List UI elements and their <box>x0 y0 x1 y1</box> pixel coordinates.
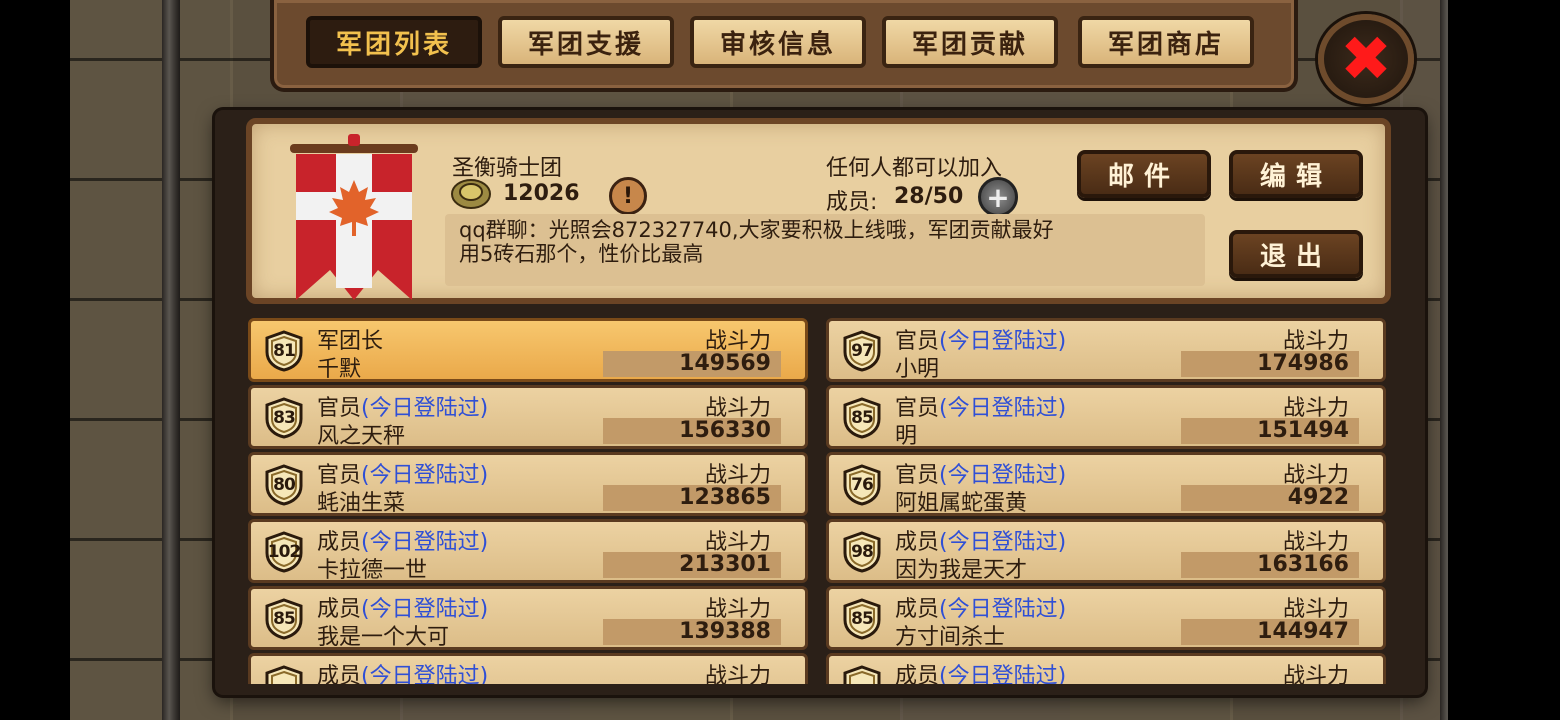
guild-notice-board: qq群聊：光照会872327740,大家要积极上线哦，军团贡献最好 用5砖石那个… <box>445 214 1205 286</box>
level-shield-icon: 98 <box>841 531 883 573</box>
level-shield-icon: 76 <box>841 464 883 506</box>
member-level <box>263 665 305 684</box>
member-power: 149569 <box>603 351 781 377</box>
join-policy: 任何人都可以加入 <box>826 156 1003 181</box>
member-name: 蚝油生菜 <box>317 491 406 516</box>
tab-bar: 军团列表 军团支援 审核信息 军团贡献 军团商店 <box>270 0 1298 92</box>
close-x-icon: ✖ <box>1340 22 1392 95</box>
level-shield-icon: 83 <box>263 397 305 439</box>
member-level <box>841 665 883 684</box>
member-level: 81 <box>273 341 296 361</box>
level-shield-icon: 81 <box>263 330 305 372</box>
member-row[interactable]: 83 官员(今日登陆过) 风之天秤 战斗力 156330 <box>248 385 808 449</box>
member-level: 98 <box>851 542 874 562</box>
power-label: 战斗力 <box>704 664 771 684</box>
level-shield-icon <box>841 665 883 684</box>
member-name: 阿姐属蛇蛋黄 <box>895 491 1028 516</box>
member-name: 明 <box>895 424 918 449</box>
member-row[interactable]: 85 成员(今日登陆过) 方寸间杀士 战斗力 144947 <box>826 586 1386 650</box>
member-name: 小明 <box>895 357 940 382</box>
level-shield-icon: 102 <box>263 531 305 573</box>
member-power: 174986 <box>1181 351 1359 377</box>
member-row[interactable]: 85 成员(今日登陆过) 我是一个大可 战斗力 139388 <box>248 586 808 650</box>
tab-guild-contribution[interactable]: 军团贡献 <box>882 16 1058 68</box>
member-row[interactable]: 76 官员(今日登陆过) 阿姐属蛇蛋黄 战斗力 4922 <box>826 452 1386 516</box>
member-power: 4922 <box>1181 485 1359 511</box>
left-stone-pillar <box>162 0 180 720</box>
member-power: 163166 <box>1181 552 1359 578</box>
member-name: 我是一个大可 <box>317 625 450 650</box>
member-name: 因为我是天才 <box>895 558 1028 583</box>
member-login-status: (今日登陆过) <box>939 664 1067 684</box>
guild-banner-icon <box>290 134 418 300</box>
member-login-status: (今日登陆过) <box>939 396 1067 421</box>
member-name: 风之天秤 <box>317 424 406 449</box>
member-row[interactable]: 80 官员(今日登陆过) 蚝油生菜 战斗力 123865 <box>248 452 808 516</box>
member-power: 139388 <box>603 619 781 645</box>
member-name: 千默 <box>317 357 362 382</box>
close-button[interactable]: ✖ <box>1318 14 1414 104</box>
leave-guild-button[interactable]: 退出 <box>1229 230 1363 278</box>
member-level: 102 <box>267 542 302 562</box>
member-level: 80 <box>273 475 296 495</box>
level-shield-icon: 80 <box>263 464 305 506</box>
member-row[interactable]: 81 军团长 千默 战斗力 149569 <box>248 318 808 382</box>
tab-guild-list[interactable]: 军团列表 <box>306 16 482 68</box>
mail-button[interactable]: 邮件 <box>1077 150 1211 198</box>
member-rank: 官员(今日登陆过) <box>895 390 1066 422</box>
member-row[interactable]: 102 成员(今日登陆过) 卡拉德一世 战斗力 213301 <box>248 519 808 583</box>
member-row[interactable]: 98 成员(今日登陆过) 因为我是天才 战斗力 163166 <box>826 519 1386 583</box>
member-login-status: (今日登陆过) <box>361 664 489 684</box>
member-list: 81 军团长 千默 战斗力 149569 97 官员(今日登陆过) 小明战斗力 174986 83… <box>248 318 1388 684</box>
member-power: 123865 <box>603 485 781 511</box>
tab-guild-shop[interactable]: 军团商店 <box>1078 16 1254 68</box>
member-name: 卡拉德一世 <box>317 558 428 583</box>
edit-button[interactable]: 编辑 <box>1229 150 1363 198</box>
member-row[interactable]: 85 官员(今日登陆过) 明战斗力 151494 <box>826 385 1386 449</box>
members-count: 28/50 <box>894 184 964 209</box>
member-rank: 成员(今日登陆过) <box>895 658 1066 684</box>
member-login-status: (今日登陆过) <box>939 329 1067 354</box>
member-power: 156330 <box>603 418 781 444</box>
member-row[interactable]: 成员(今日登陆过) 战斗力 <box>248 653 808 684</box>
tab-review-info[interactable]: 审核信息 <box>690 16 866 68</box>
member-level: 85 <box>851 408 874 428</box>
level-shield-icon: 85 <box>841 598 883 640</box>
member-power: 151494 <box>1181 418 1359 444</box>
member-row[interactable]: 97 官员(今日登陆过) 小明 战斗力 174986 <box>826 318 1386 382</box>
guild-points: 12026 <box>503 181 580 206</box>
member-level: 76 <box>851 475 874 495</box>
level-shield-icon: 85 <box>841 397 883 439</box>
level-shield-icon <box>263 665 305 684</box>
info-exclamation-icon[interactable]: ! <box>609 177 647 215</box>
notice-line-2: 用5砖石那个，性价比最高 <box>459 242 704 266</box>
tab-guild-support[interactable]: 军团支援 <box>498 16 674 68</box>
add-member-plus-icon[interactable]: + <box>978 177 1018 217</box>
right-stone-pillar <box>1440 0 1448 720</box>
level-shield-icon: 97 <box>841 330 883 372</box>
member-power: 144947 <box>1181 619 1359 645</box>
member-rank-title: 成员 <box>317 664 362 684</box>
member-name: 方寸间杀士 <box>895 625 1006 650</box>
member-power: 213301 <box>603 552 781 578</box>
member-level: 85 <box>851 609 874 629</box>
notice-line-1: qq群聊：光照会872327740,大家要积极上线哦，军团贡献最好 <box>459 218 1054 242</box>
member-row[interactable]: 成员(今日登陆过) 战斗力 <box>826 653 1386 684</box>
member-level: 83 <box>273 408 296 428</box>
member-rank: 成员(今日登陆过) <box>317 658 488 684</box>
guild-points-icon <box>451 179 491 209</box>
members-label: 成员: <box>826 190 878 215</box>
power-label: 战斗力 <box>1282 664 1349 684</box>
level-shield-icon: 85 <box>263 598 305 640</box>
member-level: 85 <box>273 609 296 629</box>
member-rank-title: 成员 <box>895 664 940 684</box>
member-level: 97 <box>851 341 874 361</box>
